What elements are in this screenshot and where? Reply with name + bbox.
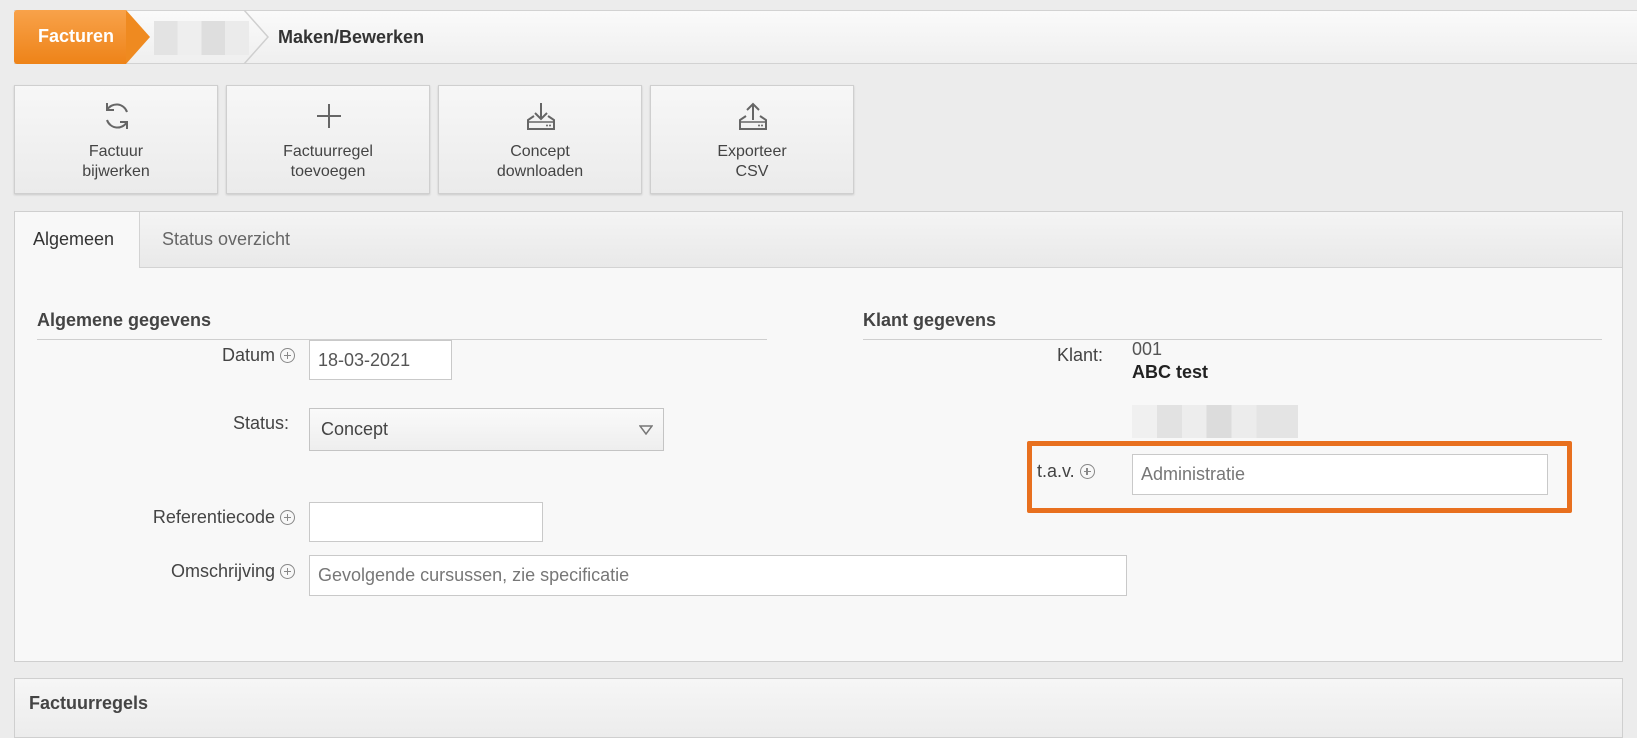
breadcrumb: Facturen Maken/Bewerken	[14, 10, 1637, 64]
klant-label: Klant:	[1056, 345, 1103, 365]
refresh-icon	[106, 103, 128, 129]
client-name: ABC test	[1132, 362, 1209, 382]
add-invoice-line-button[interactable]: Factuurregel toevoegen	[226, 85, 430, 194]
tab-algemeen[interactable]: Algemeen	[15, 212, 140, 268]
tav-info-icon[interactable]	[1079, 464, 1095, 479]
tav-label: t.a.v.	[1037, 461, 1117, 482]
invoice-lines-panel: Factuurregels	[14, 678, 1623, 738]
breadcrumb-facturen[interactable]: Facturen	[14, 10, 126, 64]
redacted-client-address	[1132, 405, 1298, 438]
download-concept-label: Concept downloaden	[496, 143, 584, 180]
invoice-form-panel: Algemeen Status overzicht Algemene gegev…	[14, 211, 1623, 662]
update-invoice-label: Factuur bijwerken	[82, 143, 150, 180]
referentiecode-info-icon[interactable]	[280, 510, 295, 525]
upload-icon	[739, 102, 767, 130]
omschrijving-info-icon[interactable]	[280, 564, 295, 579]
status-label: Status:	[232, 413, 289, 433]
export-csv-label: Exporteer CSV	[717, 143, 787, 180]
download-icon	[527, 103, 555, 130]
status-select-value: Concept	[321, 419, 389, 439]
tab-status-overzicht[interactable]: Status overzicht	[162, 212, 290, 267]
breadcrumb-separator	[243, 10, 270, 64]
status-select[interactable]: Concept	[309, 408, 664, 451]
datum-info-icon[interactable]	[280, 348, 295, 363]
client-section-title: Klant gegevens	[863, 310, 1602, 340]
invoice-lines-title: Factuurregels	[29, 693, 149, 713]
breadcrumb-arrow	[126, 10, 150, 64]
referentiecode-field[interactable]	[309, 502, 543, 542]
export-csv-button[interactable]: Exporteer CSV	[650, 85, 854, 194]
update-invoice-button[interactable]: Factuur bijwerken	[14, 85, 218, 194]
tab-bar: Algemeen Status overzicht	[15, 212, 1622, 268]
client-number: 001	[1132, 339, 1163, 359]
referentiecode-label: Referentiecode	[55, 507, 295, 528]
general-section-title: Algemene gegevens	[37, 310, 767, 340]
add-invoice-line-label: Factuurregel toevoegen	[283, 143, 373, 180]
breadcrumb-current: Maken/Bewerken	[278, 27, 425, 47]
tav-field[interactable]	[1132, 454, 1548, 495]
omschrijving-field[interactable]	[309, 555, 1127, 596]
omschrijving-label: Omschrijving	[55, 561, 295, 582]
download-concept-button[interactable]: Concept downloaden	[438, 85, 642, 194]
datum-field[interactable]	[309, 340, 452, 380]
chevron-down-icon	[639, 425, 653, 435]
breadcrumb-redacted-item[interactable]	[154, 21, 249, 55]
datum-label: Datum	[75, 345, 295, 366]
plus-icon	[317, 104, 341, 128]
